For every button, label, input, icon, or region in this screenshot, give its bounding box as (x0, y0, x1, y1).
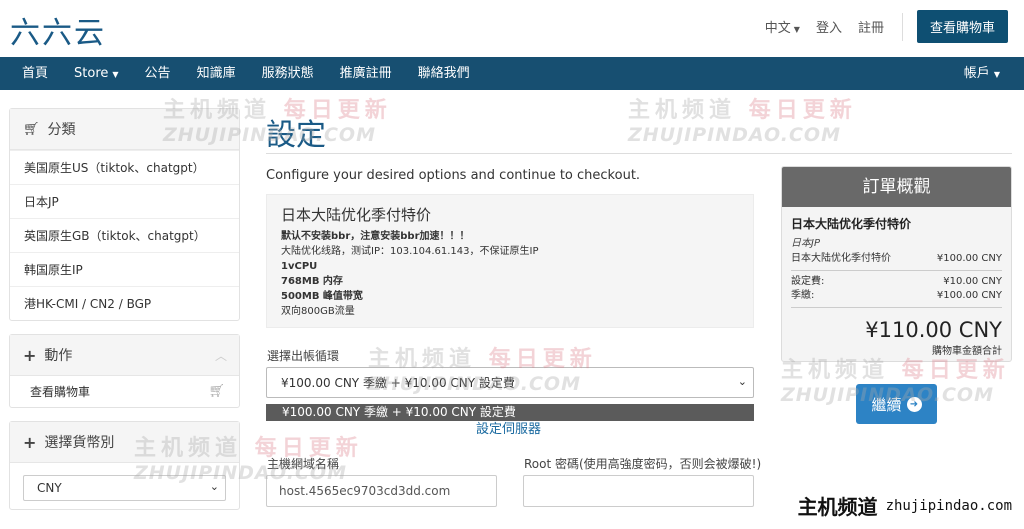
order-summary-title: 訂單概觀 (782, 167, 1011, 207)
categories-panel: 🛒︎ 分類 美国原生US（tiktok、chatgpt） 日本JP 英国原生GB… (9, 108, 240, 321)
nav-account[interactable]: 帳戶 ▼ (964, 57, 1000, 91)
view-cart-action[interactable]: 查看購物車 🛒︎ (10, 376, 239, 407)
chevron-down-icon: ⌄ (737, 375, 747, 388)
currency-wrap: CNY ⌄ (10, 463, 239, 509)
billing-cycle-value: ¥100.00 CNY 季繳 + ¥10.00 CNY 設定費 (281, 376, 515, 390)
order-summary-body: 日本大陆优化季付特价 日本JP 日本大陆优化季付特价 ¥100.00 CNY 設… (782, 207, 1011, 361)
nav-server-status[interactable]: 服務狀態 (249, 57, 327, 90)
arrow-right-circle-icon: ➜ (906, 396, 922, 412)
top-header: 六六云 中文 ▼ 登入 註冊 查看購物車 (0, 0, 1024, 57)
language-selector[interactable]: 中文 ▼ (765, 17, 800, 36)
billing-cycle-select[interactable]: ¥100.00 CNY 季繳 + ¥10.00 CNY 設定費 ⌄ (266, 367, 754, 398)
summary-total: ¥110.00 CNY (865, 318, 1002, 342)
product-desc-line: 500MB 峰值带宽 (281, 291, 363, 302)
chevron-down-icon: ▼ (993, 70, 1000, 79)
summary-row: 日本大陆优化季付特价 ¥100.00 CNY (791, 252, 1002, 266)
chevron-down-icon: ▼ (112, 69, 119, 79)
continue-button[interactable]: 繼續 ➜ (856, 384, 937, 424)
nav-account-label: 帳戶 (963, 66, 990, 81)
summary-row-value: ¥100.00 CNY (936, 290, 1002, 301)
summary-divider (791, 307, 1002, 308)
currency-select[interactable]: CNY ⌄ (23, 475, 226, 501)
chevron-down-icon: ⌄ (209, 480, 219, 493)
category-item[interactable]: 美国原生US（tiktok、chatgpt） (10, 150, 239, 184)
page-title: 設定 (266, 118, 326, 153)
summary-row: 設定費: ¥10.00 CNY (791, 275, 1002, 289)
product-desc-line: 默认不安装bbr，注意安装bbr加速！！！ (281, 231, 470, 242)
nav-store[interactable]: Store ▼ (61, 57, 132, 91)
summary-row-label: 日本大陆优化季付特价 (791, 253, 891, 264)
currency-title: 選擇貨幣別 (44, 435, 115, 451)
hostname-label: 主機網域名稱 (267, 457, 340, 471)
chevron-up-icon[interactable]: ︿ (215, 347, 227, 364)
actions-title: 動作 (44, 348, 73, 364)
watermark-en: ZHUJIPINDAO.COM (628, 124, 841, 146)
billing-cycle-label: 選擇出帳循環 (267, 349, 340, 363)
product-desc-line: 双向800GB流量 (281, 306, 355, 317)
hostname-value: host.4565ec9703cd3dd.com (279, 484, 451, 498)
categories-header: 🛒︎ 分類 (10, 109, 239, 150)
product-desc-line: 大陆优化线路，测试IP：103.104.61.143，不保证原生IP (281, 246, 539, 257)
continue-label: 繼續 (871, 395, 902, 414)
root-password-label: Root 密碼(使用高強度密码，否则会被爆破!) (524, 457, 762, 471)
product-desc-line: 1vCPU (281, 261, 318, 272)
plus-icon: + (23, 432, 37, 452)
category-item[interactable]: 港HK-CMI / CN2 / BGP (10, 286, 239, 320)
root-password-input[interactable] (523, 475, 754, 507)
summary-product-group: 日本JP (791, 238, 820, 249)
categories-title: 分類 (47, 122, 76, 138)
site-logo[interactable]: 六六云 (10, 8, 106, 52)
divider (901, 12, 903, 41)
currency-panel: + 選擇貨幣別 CNY ⌄ (9, 421, 240, 510)
hostname-input[interactable]: host.4565ec9703cd3dd.com (266, 475, 497, 507)
nav-store-label: Store (74, 65, 109, 81)
actions-panel: + 動作 ︿ 查看購物車 🛒︎ (9, 334, 240, 408)
product-desc-line: 768MB 内存 (281, 276, 343, 287)
register-link[interactable]: 註冊 (858, 17, 884, 36)
summary-divider (791, 270, 1002, 271)
summary-row-value: ¥100.00 CNY (936, 253, 1002, 264)
main-nav: 首頁 Store ▼ 公告 知識庫 服務狀態 推廣註冊 聯絡我們 帳戶 ▼ (0, 57, 1024, 90)
category-item[interactable]: 日本JP (10, 184, 239, 218)
cart-icon: 🛒︎ (23, 121, 40, 137)
nav-contact[interactable]: 聯絡我們 (405, 57, 483, 90)
login-link[interactable]: 登入 (816, 17, 842, 36)
chevron-down-icon: ▼ (793, 25, 800, 34)
actions-header[interactable]: + 動作 ︿ (10, 335, 239, 376)
bottom-brand: 主机频道 zhujipindao.com (797, 491, 1012, 520)
sidebar: 🛒︎ 分類 美国原生US（tiktok、chatgpt） 日本JP 英国原生GB… (9, 108, 240, 523)
product-info-box: 日本大陆优化季付特价 默认不安装bbr，注意安装bbr加速！！！ 大陆优化线路，… (266, 194, 754, 328)
category-item[interactable]: 英国原生GB（tiktok、chatgpt） (10, 218, 239, 252)
summary-row: 季繳: ¥100.00 CNY (791, 289, 1002, 303)
watermark-cn-pink: 每日更新 (748, 97, 857, 123)
watermark-cn: 主机频道 (628, 97, 737, 123)
summary-row-label: 季繳: (791, 290, 815, 301)
cart-icon: 🛒︎ (208, 384, 225, 399)
nav-home[interactable]: 首頁 (0, 57, 61, 90)
product-name: 日本大陆优化季付特价 (281, 206, 432, 224)
top-links: 中文 ▼ 登入 註冊 查看購物車 (749, 10, 1008, 43)
watermark: 主机频道 每日更新 ZHUJIPINDAO.COM (628, 92, 857, 146)
currency-header: + 選擇貨幣別 (10, 422, 239, 463)
nav-knowledgebase[interactable]: 知識庫 (184, 57, 249, 90)
configure-server-heading: 設定伺服器 (476, 422, 542, 437)
view-cart-button[interactable]: 查看購物車 (916, 10, 1008, 43)
summary-product-name: 日本大陆优化季付特价 (791, 217, 912, 231)
plus-icon: + (23, 345, 37, 365)
summary-row-label: 設定費: (791, 276, 825, 287)
language-label: 中文 (764, 21, 791, 36)
summary-row-value: ¥10.00 CNY (943, 276, 1002, 287)
title-divider (266, 153, 1012, 154)
bottom-brand-cn: 主机频道 (797, 495, 878, 519)
view-cart-action-label: 查看購物車 (30, 385, 91, 399)
bottom-brand-en: zhujipindao.com (885, 497, 1012, 514)
summary-total-label: 購物車金額合計 (932, 346, 1002, 357)
category-item[interactable]: 韩国原生IP (10, 252, 239, 286)
order-summary: 訂單概觀 日本大陆优化季付特价 日本JP 日本大陆优化季付特价 ¥100.00 … (781, 166, 1012, 362)
nav-affiliates[interactable]: 推廣註冊 (327, 57, 405, 90)
currency-value: CNY (37, 481, 62, 495)
intro-text: Configure your desired options and conti… (266, 168, 641, 183)
nav-announcements[interactable]: 公告 (132, 57, 184, 90)
